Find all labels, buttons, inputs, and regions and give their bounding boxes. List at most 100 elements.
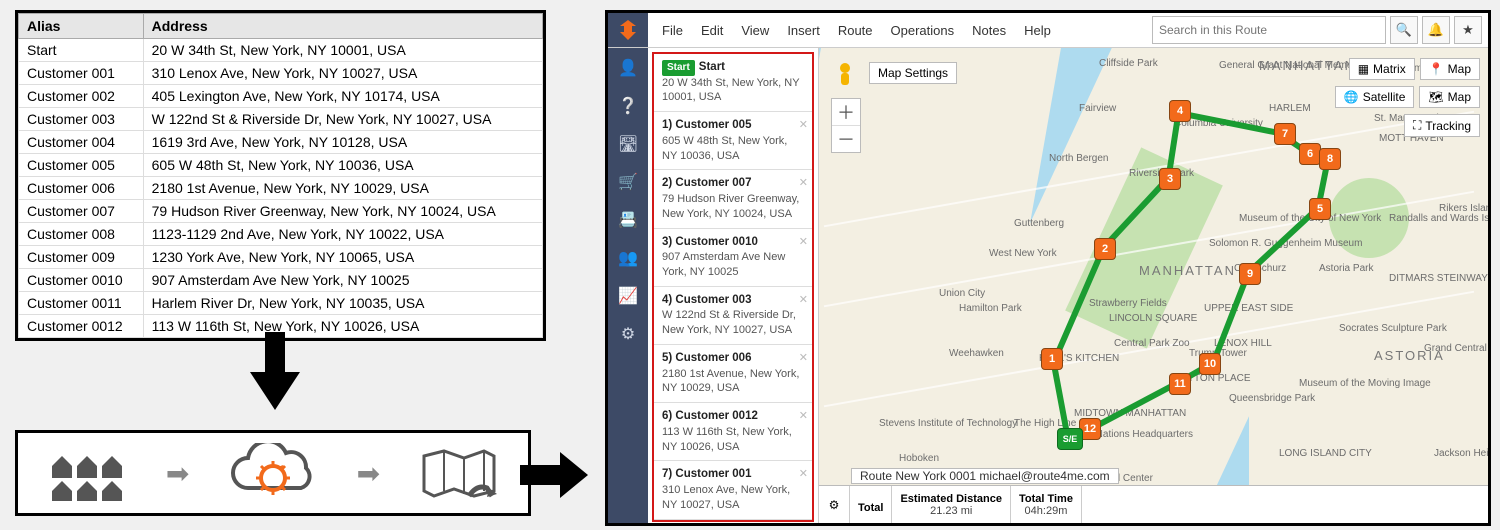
route-name-label: Route New York 0001 michael@route4me.com	[851, 468, 1119, 484]
cell-address: 907 Amsterdam Ave New York, NY 10025	[143, 269, 542, 292]
map-pin[interactable]: 11	[1169, 373, 1191, 395]
cell-alias: Customer 0012	[19, 315, 144, 338]
map-pin[interactable]: 4	[1169, 100, 1191, 122]
map-top-right-controls: ▦Matrix 📍Map 🌐Satellite 🗺Map ⛶Tracking	[1335, 58, 1480, 137]
stop-item[interactable]: 4) Customer 003W 122nd St & Riverside Dr…	[654, 287, 812, 345]
map-pin[interactable]: 2	[1094, 238, 1116, 260]
stop-title: 1) Customer 005	[662, 119, 751, 131]
zoom-control: ＋ －	[831, 98, 861, 153]
map-pin[interactable]: 3	[1159, 168, 1181, 190]
stop-title: 3) Customer 0010	[662, 236, 758, 248]
stop-address: 310 Lenox Ave, New York, NY 10027, USA	[662, 483, 804, 513]
menu-help[interactable]: Help	[1024, 23, 1051, 38]
cell-address: 310 Lenox Ave, New York, NY 10027, USA	[143, 62, 542, 85]
menu-notes[interactable]: Notes	[972, 23, 1006, 38]
col-address: Address	[143, 14, 542, 39]
sidebar-analytics-icon[interactable]: 📈	[616, 284, 640, 308]
arrow-right-icon	[520, 450, 590, 505]
footer-gear-icon[interactable]: ⚙	[819, 486, 850, 524]
stop-address: 2180 1st Avenue, New York, NY 10029, USA	[662, 367, 804, 397]
table-row: Customer 0041619 3rd Ave, New York, NY 1…	[19, 131, 543, 154]
stop-item[interactable]: 6) Customer 0012113 W 116th St, New York…	[654, 403, 812, 461]
map-pin[interactable]: 10	[1199, 353, 1221, 375]
map-viewport[interactable]: Cliffside ParkGeneral Grant National Mem…	[819, 48, 1488, 524]
stop-item[interactable]: StartStart20 W 34th St, New York, NY 100…	[654, 54, 812, 112]
sidebar-account-icon[interactable]: ⚙	[616, 322, 640, 346]
stop-item[interactable]: 2) Customer 00779 Hudson River Greenway,…	[654, 170, 812, 228]
satellite-button[interactable]: 🌐Satellite	[1335, 86, 1415, 108]
table-row: Customer 00779 Hudson River Greenway, Ne…	[19, 200, 543, 223]
cell-address: 1230 York Ave, New York, NY 10065, USA	[143, 246, 542, 269]
footer-time-header: Total Time	[1019, 493, 1073, 505]
sidebar-routes-icon[interactable]: 🛣	[616, 132, 640, 156]
map-pin[interactable]: 9	[1239, 263, 1261, 285]
app-logo[interactable]	[608, 13, 648, 47]
remove-stop-icon[interactable]: ✕	[799, 467, 808, 482]
stop-item[interactable]: 5) Customer 006 2180 1st Avenue, New York…	[654, 345, 812, 403]
map-footer: ⚙ Total Estimated Distance 21.23 mi Tota…	[819, 485, 1488, 524]
remove-stop-icon[interactable]: ✕	[799, 235, 808, 250]
arrow-icon: ➡	[357, 457, 380, 490]
remove-stop-icon[interactable]: ✕	[799, 351, 808, 366]
search-button[interactable]: 🔍	[1390, 16, 1418, 44]
map-pin[interactable]: 7	[1274, 123, 1296, 145]
search-input[interactable]	[1152, 16, 1386, 44]
table-row: Customer 001310 Lenox Ave, New York, NY …	[19, 62, 543, 85]
cell-address: 113 W 116th St, New York, NY 10026, USA	[143, 315, 542, 338]
menu-file[interactable]: File	[662, 23, 683, 38]
zoom-out-button[interactable]: －	[832, 126, 860, 152]
stop-title: 4) Customer 003	[662, 294, 751, 306]
map-pin-start-end[interactable]: S/E	[1057, 428, 1083, 450]
remove-stop-icon[interactable]: ✕	[799, 409, 808, 424]
stop-title: 5) Customer 006	[662, 352, 751, 364]
menu-insert[interactable]: Insert	[787, 23, 820, 38]
sidebar-cart-icon[interactable]: 🛒	[616, 170, 640, 194]
remove-stop-icon[interactable]: ✕	[799, 176, 808, 191]
streetview-pegman-icon[interactable]	[833, 62, 857, 92]
table-row: Customer 0062180 1st Avenue, New York, N…	[19, 177, 543, 200]
cell-address: 1619 3rd Ave, New York, NY 10128, USA	[143, 131, 542, 154]
cloud-gear-icon	[228, 443, 318, 503]
menu-operations[interactable]: Operations	[891, 23, 955, 38]
notifications-button[interactable]: 🔔	[1422, 16, 1450, 44]
table-row: Customer 0081123-1129 2nd Ave, New York,…	[19, 223, 543, 246]
menu-edit[interactable]: Edit	[701, 23, 723, 38]
left-sidebar: 👤 ❔ 🛣 🛒 📇 👥 📈 ⚙	[608, 48, 648, 524]
sidebar-add-user-icon[interactable]: 👤	[616, 56, 640, 80]
cell-alias: Customer 006	[19, 177, 144, 200]
zoom-in-button[interactable]: ＋	[832, 99, 860, 126]
cell-address: 405 Lexington Ave, New York, NY 10174, U…	[143, 85, 542, 108]
input-table: Alias Address Start20 W 34th St, New Yor…	[15, 10, 546, 341]
tracking-button[interactable]: ⛶Tracking	[1404, 114, 1480, 137]
map-pin[interactable]: 1	[1041, 348, 1063, 370]
col-alias: Alias	[19, 14, 144, 39]
map-toggle[interactable]: 📍Map	[1420, 58, 1480, 80]
table-row: Start20 W 34th St, New York, NY 10001, U…	[19, 39, 543, 62]
sidebar-team-icon[interactable]: 👥	[616, 246, 640, 270]
map-fold-icon	[419, 446, 499, 501]
cell-alias: Customer 003	[19, 108, 144, 131]
remove-stop-icon[interactable]: ✕	[799, 118, 808, 133]
map-pin[interactable]: 8	[1319, 148, 1341, 170]
stop-title: Start	[699, 61, 725, 73]
cell-alias: Customer 0010	[19, 269, 144, 292]
cell-alias: Start	[19, 39, 144, 62]
stop-item[interactable]: 7) Customer 001310 Lenox Ave, New York, …	[654, 461, 812, 519]
stop-item[interactable]: 3) Customer 0010907 Amsterdam Ave New Yo…	[654, 229, 812, 287]
matrix-toggle[interactable]: ▦Matrix	[1349, 58, 1415, 80]
maptype-button[interactable]: 🗺Map	[1419, 86, 1480, 108]
star-button[interactable]: ★	[1454, 16, 1482, 44]
table-row: Customer 0010907 Amsterdam Ave New York,…	[19, 269, 543, 292]
stop-item[interactable]: 1) Customer 005605 W 48th St, New York, …	[654, 112, 812, 170]
map-pin[interactable]: 5	[1309, 198, 1331, 220]
topbar: File Edit View Insert Route Operations Notes He…	[608, 13, 1488, 48]
menu-route[interactable]: Route	[838, 23, 873, 38]
map-settings-button[interactable]: Map Settings	[869, 62, 957, 84]
cell-alias: Customer 005	[19, 154, 144, 177]
start-badge: Start	[662, 60, 695, 76]
remove-stop-icon[interactable]: ✕	[799, 293, 808, 308]
menu-view[interactable]: View	[741, 23, 769, 38]
sidebar-address-icon[interactable]: 📇	[616, 208, 640, 232]
map-pin[interactable]: 6	[1299, 143, 1321, 165]
sidebar-help-icon[interactable]: ❔	[616, 94, 640, 118]
